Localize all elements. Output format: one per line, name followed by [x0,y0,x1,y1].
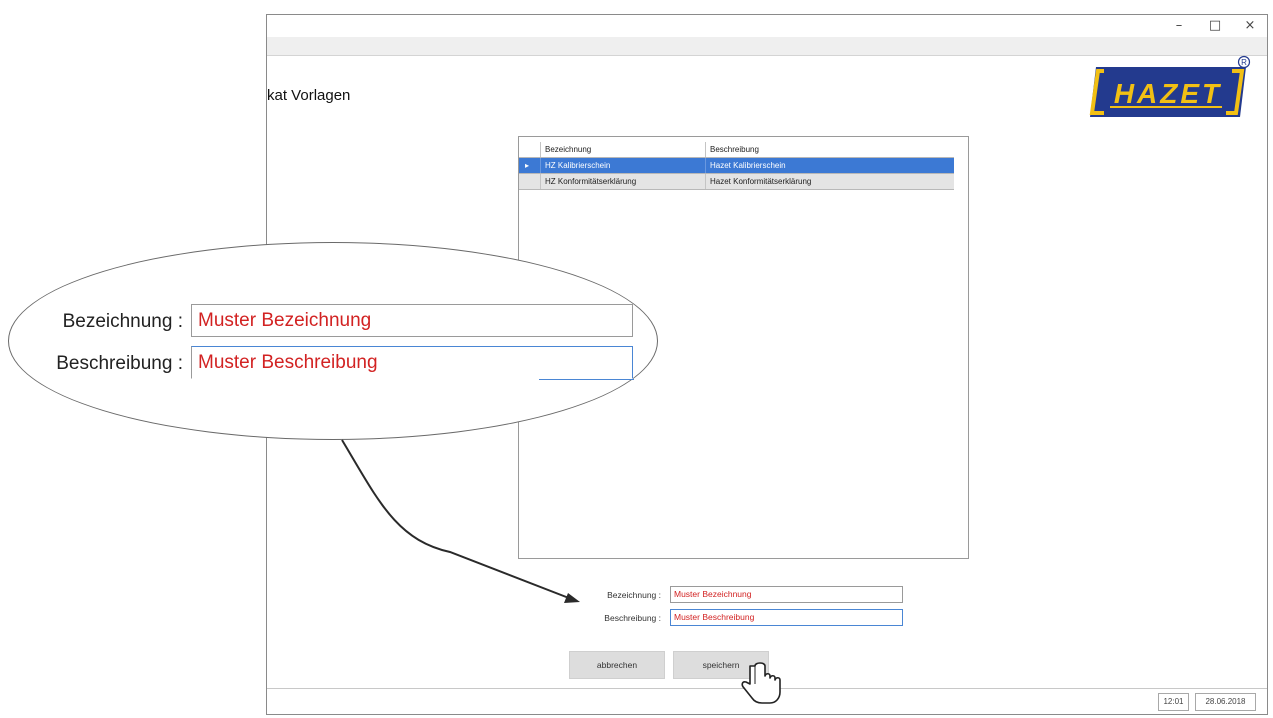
table-cell-bezeichnung[interactable]: HZ Kalibrierschein [541,158,706,173]
status-date: 28.06.2018 [1195,693,1256,711]
zoom-bezeichnung-input: Muster Bezeichnung [191,304,633,337]
minimize-button[interactable]: – [1169,17,1189,35]
save-button[interactable]: speichern [673,651,769,679]
zoom-input-underline [539,379,634,380]
table-row[interactable]: HZ Konformitätserklärung Hazet Konformit… [519,173,954,190]
zoom-bezeichnung-label: Bezeichnung : [62,311,183,332]
zoom-beschreibung-input: Muster Beschreibung [191,346,633,379]
header-indicator-cell [519,142,541,157]
row-indicator-icon: ▸ [519,158,541,173]
svg-text:R: R [1241,58,1247,67]
page-title: kat Vorlagen [267,87,351,104]
status-bar: 12:01 28.06.2018 [267,688,1267,716]
toolbar-strip [267,37,1267,56]
zoom-beschreibung-label: Beschreibung : [56,353,183,374]
close-button[interactable]: × [1240,17,1260,35]
column-header-beschreibung[interactable]: Beschreibung [706,142,954,157]
maximize-button[interactable]: □ [1205,17,1225,35]
column-header-bezeichnung[interactable]: Bezeichnung [541,142,706,157]
row-indicator-cell [519,174,541,189]
table-cell-beschreibung[interactable]: Hazet Kalibrierschein [706,158,954,173]
status-time: 12:01 [1158,693,1189,711]
beschreibung-input[interactable]: Muster Beschreibung [670,609,903,626]
table-cell-bezeichnung[interactable]: HZ Konformitätserklärung [541,174,706,189]
hazet-logo: HAZET R [1089,55,1251,117]
title-bar: – □ × [267,15,1267,37]
cancel-button[interactable]: abbrechen [569,651,665,679]
zoom-callout: Bezeichnung : Muster Bezeichnung Beschre… [8,242,658,440]
table-header: Bezeichnung Beschreibung [519,142,954,157]
table-row[interactable]: ▸ HZ Kalibrierschein Hazet Kalibriersche… [519,157,954,173]
table-cell-beschreibung[interactable]: Hazet Konformitätserklärung [706,174,954,189]
bezeichnung-label: Bezeichnung : [607,590,661,600]
bezeichnung-input[interactable]: Muster Bezeichnung [670,586,903,603]
beschreibung-label: Beschreibung : [604,613,661,623]
logo-text: HAZET [1114,78,1222,109]
